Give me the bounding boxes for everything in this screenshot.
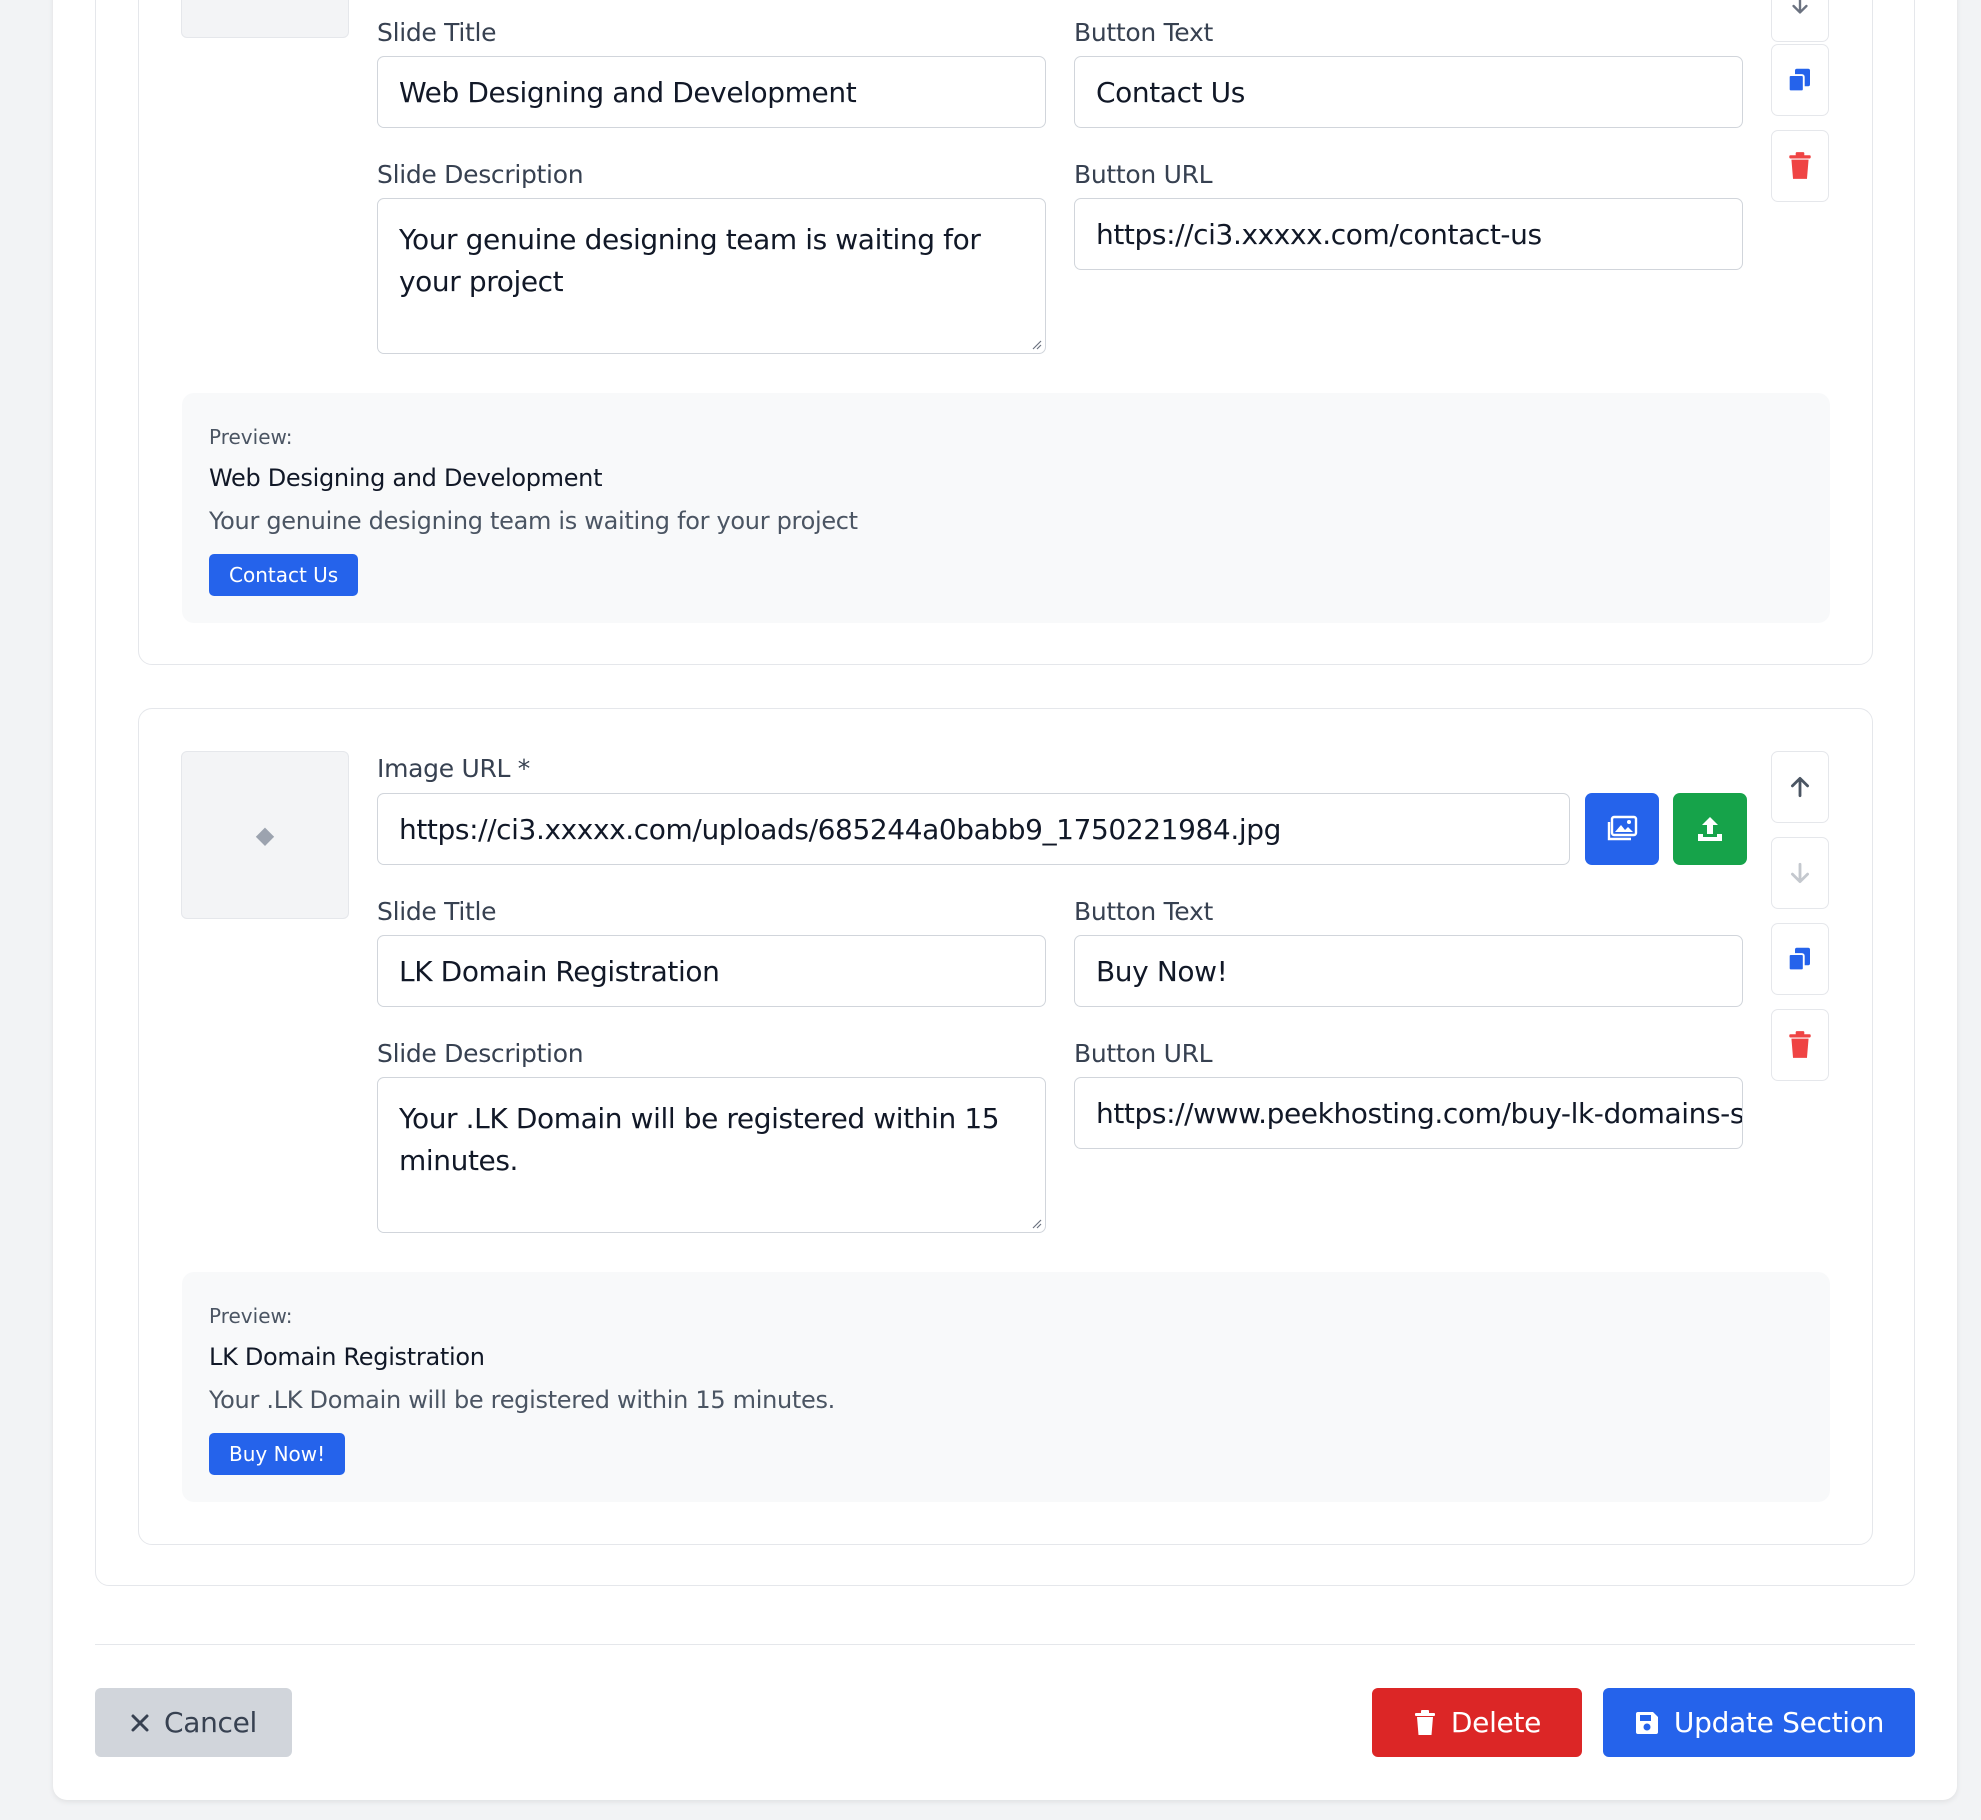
trash-icon <box>1414 1709 1435 1735</box>
duplicate-slide-button[interactable] <box>1771 923 1829 995</box>
update-section-button[interactable]: Update Section <box>1603 1688 1915 1757</box>
image-url-input[interactable]: https://ci3.xxxxx.com/uploads/685244a0ba… <box>377 793 1570 865</box>
slide-description-text: Your .LK Domain will be registered withi… <box>399 1102 1000 1177</box>
arrow-down-icon <box>1791 862 1809 884</box>
slide-description-label: Slide Description <box>377 1039 584 1068</box>
image-url-label: Image URL * <box>377 754 530 783</box>
resize-handle-icon[interactable] <box>1030 1217 1042 1229</box>
slide-description-text: Your genuine designing team is waiting f… <box>399 223 981 298</box>
preview-description: Your .LK Domain will be registered withi… <box>209 1386 836 1414</box>
move-down-button[interactable] <box>1771 0 1829 42</box>
move-up-button[interactable] <box>1771 751 1829 823</box>
arrow-up-icon <box>1791 776 1809 798</box>
update-label: Update Section <box>1673 1706 1885 1739</box>
button-text-input[interactable]: Buy Now! <box>1074 935 1743 1007</box>
images-icon <box>1607 815 1638 841</box>
move-down-button[interactable] <box>1771 837 1829 909</box>
copy-icon <box>1787 68 1810 93</box>
button-url-label: Button URL <box>1074 160 1213 189</box>
button-url-label: Button URL <box>1074 1039 1213 1068</box>
preview-cta-button[interactable]: Buy Now! <box>209 1433 346 1475</box>
delete-label: Delete <box>1450 1706 1542 1739</box>
copy-icon <box>1787 947 1810 972</box>
preview-label: Preview: <box>209 1304 293 1328</box>
button-text-label: Button Text <box>1074 897 1213 926</box>
button-url-input[interactable]: https://www.peekhosting.com/buy-lk-domai… <box>1074 1077 1743 1149</box>
trash-icon <box>1789 152 1811 179</box>
button-text-input[interactable]: Contact Us <box>1074 56 1743 128</box>
slide-description-label: Slide Description <box>377 160 584 189</box>
delete-slide-button[interactable] <box>1771 130 1829 202</box>
slide-description-textarea[interactable]: Your .LK Domain will be registered withi… <box>377 1077 1046 1233</box>
delete-slide-button[interactable] <box>1771 1009 1829 1081</box>
save-icon <box>1635 1711 1658 1734</box>
slide-preview: Preview: LK Domain Registration Your .LK… <box>182 1272 1830 1502</box>
slide-title-input[interactable]: Web Designing and Development <box>377 56 1046 128</box>
arrow-down-icon <box>1792 0 1808 14</box>
trash-icon <box>1789 1031 1811 1058</box>
media-library-button[interactable] <box>1585 793 1659 865</box>
preview-title: LK Domain Registration <box>209 1343 485 1371</box>
upload-image-button[interactable] <box>1673 793 1747 865</box>
preview-description: Your genuine designing team is waiting f… <box>209 507 858 535</box>
slide-preview: Preview: Web Designing and Development Y… <box>182 393 1830 623</box>
button-text-label: Button Text <box>1074 18 1213 47</box>
cancel-button[interactable]: Cancel <box>95 1688 292 1757</box>
duplicate-slide-button[interactable] <box>1771 44 1829 116</box>
delete-section-button[interactable]: Delete <box>1372 1688 1582 1757</box>
preview-cta-button[interactable]: Contact Us <box>209 554 359 596</box>
resize-handle-icon[interactable] <box>1030 338 1042 350</box>
close-icon <box>131 1714 149 1731</box>
preview-label: Preview: <box>209 425 293 449</box>
image-placeholder-icon: ◆ <box>255 821 275 849</box>
preview-title: Web Designing and Development <box>209 464 603 492</box>
slide-description-textarea[interactable]: Your genuine designing team is waiting f… <box>377 198 1046 354</box>
footer-divider <box>95 1644 1915 1645</box>
button-url-input[interactable]: https://ci3.xxxxx.com/contact-us <box>1074 198 1743 270</box>
slide-title-input[interactable]: LK Domain Registration <box>377 935 1046 1007</box>
upload-icon <box>1698 817 1722 841</box>
slide-thumbnail <box>181 0 349 38</box>
slide-title-label: Slide Title <box>377 897 497 926</box>
cancel-label: Cancel <box>163 1706 258 1739</box>
slide-thumbnail: ◆ <box>181 751 349 919</box>
slide-title-label: Slide Title <box>377 18 497 47</box>
